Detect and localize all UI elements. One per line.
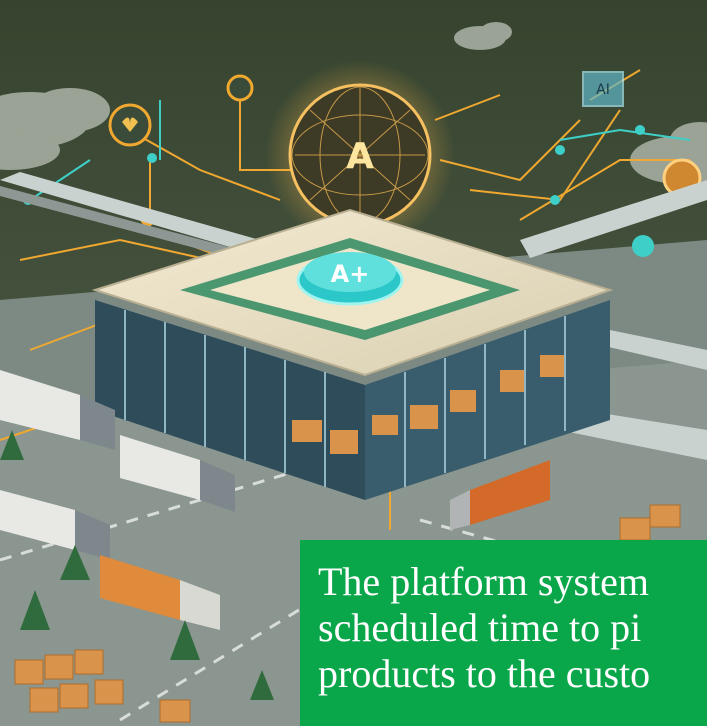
svg-text:A+: A+ <box>331 260 370 288</box>
caption-box: The platform system scheduled time to pi… <box>300 540 707 726</box>
chip-icon: AI <box>582 71 624 107</box>
heart-icon <box>108 103 152 147</box>
svg-text:A: A <box>346 136 374 177</box>
svg-text:AI: AI <box>596 82 610 98</box>
caption-line-1: The platform system <box>318 559 650 604</box>
ai-plus-badge-icon: A+ <box>296 252 404 306</box>
caption-line-3: products to the custo <box>318 651 651 696</box>
caption-line-2: scheduled time to pi <box>318 605 642 650</box>
settings-icon <box>226 74 254 102</box>
